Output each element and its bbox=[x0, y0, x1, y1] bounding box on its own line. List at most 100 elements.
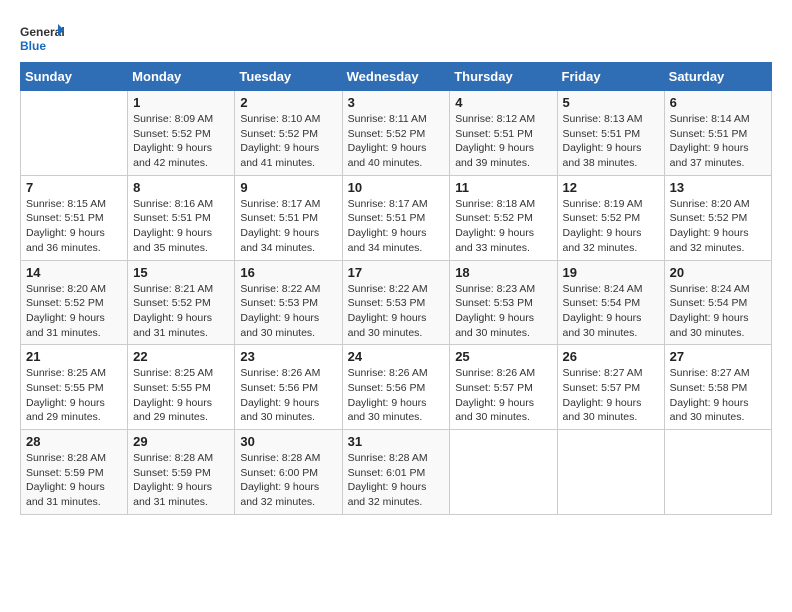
col-header-sunday: Sunday bbox=[21, 63, 128, 91]
day-info: Sunrise: 8:23 AM Sunset: 5:53 PM Dayligh… bbox=[455, 282, 551, 341]
day-info: Sunrise: 8:22 AM Sunset: 5:53 PM Dayligh… bbox=[348, 282, 445, 341]
day-number: 15 bbox=[133, 265, 229, 280]
day-number: 6 bbox=[670, 95, 766, 110]
col-header-tuesday: Tuesday bbox=[235, 63, 342, 91]
day-info: Sunrise: 8:14 AM Sunset: 5:51 PM Dayligh… bbox=[670, 112, 766, 171]
day-info: Sunrise: 8:18 AM Sunset: 5:52 PM Dayligh… bbox=[455, 197, 551, 256]
calendar-cell bbox=[557, 430, 664, 515]
day-info: Sunrise: 8:10 AM Sunset: 5:52 PM Dayligh… bbox=[240, 112, 336, 171]
calendar-cell: 27Sunrise: 8:27 AM Sunset: 5:58 PM Dayli… bbox=[664, 345, 771, 430]
day-number: 4 bbox=[455, 95, 551, 110]
calendar-cell: 6 Sunrise: 8:14 AM Sunset: 5:51 PM Daylig… bbox=[664, 91, 771, 176]
calendar-week-4: 21Sunrise: 8:25 AM Sunset: 5:55 PM Dayli… bbox=[21, 345, 772, 430]
day-info: Sunrise: 8:17 AM Sunset: 5:51 PM Dayligh… bbox=[348, 197, 445, 256]
calendar-cell: 31 Sunrise: 8:28 AM Sunset: 6:01 PM Dayli… bbox=[342, 430, 450, 515]
calendar-cell: 4 Sunrise: 8:12 AM Sunset: 5:51 PM Daylig… bbox=[450, 91, 557, 176]
calendar-week-2: 7 Sunrise: 8:15 AM Sunset: 5:51 PM Daylig… bbox=[21, 175, 772, 260]
day-number: 7 bbox=[26, 180, 122, 195]
calendar-cell: 15 Sunrise: 8:21 AM Sunset: 5:52 PM Dayli… bbox=[128, 260, 235, 345]
day-info: Sunrise: 8:28 AM Sunset: 6:01 PM Dayligh… bbox=[348, 451, 445, 510]
calendar-week-1: 1Sunrise: 8:09 AM Sunset: 5:52 PM Daylig… bbox=[21, 91, 772, 176]
day-number: 3 bbox=[348, 95, 445, 110]
svg-text:General: General bbox=[20, 25, 64, 39]
day-number: 25 bbox=[455, 349, 551, 364]
day-number: 19 bbox=[563, 265, 659, 280]
day-info: Sunrise: 8:20 AM Sunset: 5:52 PM Dayligh… bbox=[670, 197, 766, 256]
svg-text:Blue: Blue bbox=[20, 39, 46, 53]
col-header-saturday: Saturday bbox=[664, 63, 771, 91]
calendar-cell: 12 Sunrise: 8:19 AM Sunset: 5:52 PM Dayli… bbox=[557, 175, 664, 260]
day-info: Sunrise: 8:26 AM Sunset: 5:56 PM Dayligh… bbox=[240, 366, 336, 425]
calendar-week-5: 28 Sunrise: 8:28 AM Sunset: 5:59 PM Dayli… bbox=[21, 430, 772, 515]
day-number: 16 bbox=[240, 265, 336, 280]
day-number: 17 bbox=[348, 265, 445, 280]
day-info: Sunrise: 8:28 AM Sunset: 6:00 PM Dayligh… bbox=[240, 451, 336, 510]
logo-text: General Blue bbox=[20, 20, 64, 58]
calendar-cell: 9Sunrise: 8:17 AM Sunset: 5:51 PM Daylig… bbox=[235, 175, 342, 260]
day-info: Sunrise: 8:15 AM Sunset: 5:51 PM Dayligh… bbox=[26, 197, 122, 256]
day-info: Sunrise: 8:27 AM Sunset: 5:58 PM Dayligh… bbox=[670, 366, 766, 425]
day-info: Sunrise: 8:12 AM Sunset: 5:51 PM Dayligh… bbox=[455, 112, 551, 171]
calendar-cell: 25 Sunrise: 8:26 AM Sunset: 5:57 PM Dayli… bbox=[450, 345, 557, 430]
day-info: Sunrise: 8:25 AM Sunset: 5:55 PM Dayligh… bbox=[133, 366, 229, 425]
calendar-week-3: 14 Sunrise: 8:20 AM Sunset: 5:52 PM Dayli… bbox=[21, 260, 772, 345]
day-number: 24 bbox=[348, 349, 445, 364]
day-info: Sunrise: 8:19 AM Sunset: 5:52 PM Dayligh… bbox=[563, 197, 659, 256]
logo: General Blue bbox=[20, 20, 64, 58]
day-number: 11 bbox=[455, 180, 551, 195]
calendar-cell: 29Sunrise: 8:28 AM Sunset: 5:59 PM Dayli… bbox=[128, 430, 235, 515]
calendar-table: SundayMondayTuesdayWednesdayThursdayFrid… bbox=[20, 62, 772, 515]
calendar-cell: 1Sunrise: 8:09 AM Sunset: 5:52 PM Daylig… bbox=[128, 91, 235, 176]
day-number: 30 bbox=[240, 434, 336, 449]
calendar-cell bbox=[450, 430, 557, 515]
day-number: 10 bbox=[348, 180, 445, 195]
col-header-thursday: Thursday bbox=[450, 63, 557, 91]
calendar-cell bbox=[664, 430, 771, 515]
calendar-cell: 20Sunrise: 8:24 AM Sunset: 5:54 PM Dayli… bbox=[664, 260, 771, 345]
day-number: 31 bbox=[348, 434, 445, 449]
day-info: Sunrise: 8:25 AM Sunset: 5:55 PM Dayligh… bbox=[26, 366, 122, 425]
calendar-cell: 21Sunrise: 8:25 AM Sunset: 5:55 PM Dayli… bbox=[21, 345, 128, 430]
calendar-cell bbox=[21, 91, 128, 176]
day-number: 2 bbox=[240, 95, 336, 110]
calendar-cell: 30 Sunrise: 8:28 AM Sunset: 6:00 PM Dayli… bbox=[235, 430, 342, 515]
day-number: 22 bbox=[133, 349, 229, 364]
day-number: 26 bbox=[563, 349, 659, 364]
day-number: 18 bbox=[455, 265, 551, 280]
calendar-cell: 17 Sunrise: 8:22 AM Sunset: 5:53 PM Dayli… bbox=[342, 260, 450, 345]
col-header-monday: Monday bbox=[128, 63, 235, 91]
day-number: 13 bbox=[670, 180, 766, 195]
day-info: Sunrise: 8:13 AM Sunset: 5:51 PM Dayligh… bbox=[563, 112, 659, 171]
calendar-cell: 11 Sunrise: 8:18 AM Sunset: 5:52 PM Dayli… bbox=[450, 175, 557, 260]
calendar-cell: 2 Sunrise: 8:10 AM Sunset: 5:52 PM Daylig… bbox=[235, 91, 342, 176]
calendar-cell: 28 Sunrise: 8:28 AM Sunset: 5:59 PM Dayli… bbox=[21, 430, 128, 515]
day-info: Sunrise: 8:21 AM Sunset: 5:52 PM Dayligh… bbox=[133, 282, 229, 341]
calendar-cell: 8Sunrise: 8:16 AM Sunset: 5:51 PM Daylig… bbox=[128, 175, 235, 260]
calendar-cell: 23Sunrise: 8:26 AM Sunset: 5:56 PM Dayli… bbox=[235, 345, 342, 430]
day-info: Sunrise: 8:26 AM Sunset: 5:57 PM Dayligh… bbox=[455, 366, 551, 425]
day-info: Sunrise: 8:20 AM Sunset: 5:52 PM Dayligh… bbox=[26, 282, 122, 341]
day-number: 20 bbox=[670, 265, 766, 280]
day-info: Sunrise: 8:26 AM Sunset: 5:56 PM Dayligh… bbox=[348, 366, 445, 425]
calendar-cell: 10 Sunrise: 8:17 AM Sunset: 5:51 PM Dayli… bbox=[342, 175, 450, 260]
calendar-cell: 3 Sunrise: 8:11 AM Sunset: 5:52 PM Daylig… bbox=[342, 91, 450, 176]
day-info: Sunrise: 8:28 AM Sunset: 5:59 PM Dayligh… bbox=[26, 451, 122, 510]
day-number: 5 bbox=[563, 95, 659, 110]
col-header-wednesday: Wednesday bbox=[342, 63, 450, 91]
day-info: Sunrise: 8:09 AM Sunset: 5:52 PM Dayligh… bbox=[133, 112, 229, 171]
day-number: 12 bbox=[563, 180, 659, 195]
col-header-friday: Friday bbox=[557, 63, 664, 91]
day-number: 28 bbox=[26, 434, 122, 449]
calendar-cell: 24 Sunrise: 8:26 AM Sunset: 5:56 PM Dayli… bbox=[342, 345, 450, 430]
calendar-header-row: SundayMondayTuesdayWednesdayThursdayFrid… bbox=[21, 63, 772, 91]
calendar-cell: 19Sunrise: 8:24 AM Sunset: 5:54 PM Dayli… bbox=[557, 260, 664, 345]
day-number: 14 bbox=[26, 265, 122, 280]
calendar-cell: 14 Sunrise: 8:20 AM Sunset: 5:52 PM Dayli… bbox=[21, 260, 128, 345]
day-info: Sunrise: 8:22 AM Sunset: 5:53 PM Dayligh… bbox=[240, 282, 336, 341]
day-number: 29 bbox=[133, 434, 229, 449]
calendar-cell: 7 Sunrise: 8:15 AM Sunset: 5:51 PM Daylig… bbox=[21, 175, 128, 260]
day-info: Sunrise: 8:11 AM Sunset: 5:52 PM Dayligh… bbox=[348, 112, 445, 171]
calendar-cell: 16 Sunrise: 8:22 AM Sunset: 5:53 PM Dayli… bbox=[235, 260, 342, 345]
day-info: Sunrise: 8:17 AM Sunset: 5:51 PM Dayligh… bbox=[240, 197, 336, 256]
calendar-cell: 13 Sunrise: 8:20 AM Sunset: 5:52 PM Dayli… bbox=[664, 175, 771, 260]
